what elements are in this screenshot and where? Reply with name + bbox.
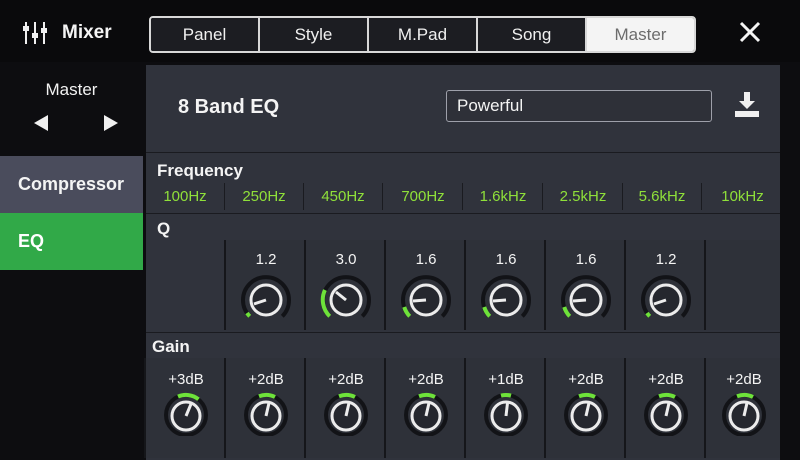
gain-value: +1dB [488, 371, 524, 388]
knob-icon [164, 392, 208, 436]
q-knob-250hz[interactable]: 1.2 [224, 240, 304, 330]
knob-icon [320, 275, 371, 318]
knob-icon [561, 275, 611, 318]
gain-label: Gain [152, 337, 190, 356]
tab-mpad[interactable]: M.Pad [369, 18, 478, 51]
knob-icon [244, 392, 288, 436]
gain-knob-2-5khz[interactable]: +2dB [544, 358, 624, 458]
q-knob-450hz[interactable]: 3.0 [304, 240, 384, 330]
q-value: 1.6 [575, 251, 597, 268]
tab-panel[interactable]: Panel [151, 18, 260, 51]
tab-bar: Panel Style M.Pad Song Master [149, 16, 696, 53]
frequency-2-5khz: 2.5kHz [544, 183, 623, 210]
tab-master[interactable]: Master [587, 18, 694, 51]
gain-value: +2dB [568, 371, 604, 388]
frequency-10khz: 10kHz [721, 188, 764, 205]
q-value: 3.0 [335, 251, 357, 268]
frequency-1-6khz: 1.6kHz [464, 183, 543, 210]
knob-icon [722, 392, 766, 436]
eq-title: 8 Band EQ [178, 96, 280, 118]
tab-style[interactable]: Style [260, 18, 369, 51]
knob-icon [404, 392, 448, 436]
knob-icon [481, 275, 531, 318]
knob-icon [564, 392, 608, 436]
gain-value: +2dB [328, 371, 364, 388]
q-knob-700hz[interactable]: 1.6 [384, 240, 464, 330]
q-value: 1.2 [655, 251, 677, 268]
q-value: 1.6 [495, 251, 517, 268]
q-value: 1.6 [415, 251, 437, 268]
frequency-100hz: 100Hz [146, 183, 225, 210]
knob-icon [644, 392, 688, 436]
gain-value: +2dB [726, 371, 762, 388]
frequency-450hz: 450Hz [304, 183, 383, 210]
tab-song[interactable]: Song [478, 18, 587, 51]
gain-value: +2dB [248, 371, 284, 388]
knob-icon [401, 275, 451, 318]
q-value: 1.2 [255, 251, 277, 268]
q-empty-cell [704, 240, 780, 330]
gain-value: +2dB [408, 371, 444, 388]
close-icon[interactable] [736, 18, 764, 46]
q-knob-5-6khz[interactable]: 1.2 [624, 240, 704, 330]
preset-field[interactable]: Powerful [446, 90, 712, 122]
gain-knob-100hz[interactable]: +3dB [144, 358, 224, 458]
gain-value: +3dB [168, 371, 204, 388]
previous-arrow-icon[interactable] [34, 115, 48, 131]
divider [146, 152, 780, 153]
gain-knob-10khz[interactable]: +2dB [704, 358, 780, 458]
knob-icon [484, 392, 528, 436]
app-title: Mixer [62, 22, 112, 43]
gain-knob-5-6khz[interactable]: +2dB [624, 358, 704, 458]
frequency-5-6khz: 5.6kHz [623, 183, 702, 210]
gain-knob-700hz[interactable]: +2dB [384, 358, 464, 458]
next-arrow-icon[interactable] [104, 115, 118, 131]
gain-knob-450hz[interactable]: +2dB [304, 358, 384, 458]
sidebar-item-eq[interactable]: EQ [0, 213, 143, 270]
part-label: Master [45, 80, 98, 99]
frequency-label: Frequency [157, 161, 243, 180]
sidebar-item-compressor[interactable]: Compressor [0, 156, 143, 213]
q-knob-2-5khz[interactable]: 1.6 [544, 240, 624, 330]
frequency-250hz: 250Hz [225, 183, 304, 210]
knob-icon [641, 275, 691, 318]
gain-value: +2dB [648, 371, 684, 388]
frequency-700hz: 700Hz [384, 183, 463, 210]
q-label: Q [157, 219, 171, 238]
knob-icon [324, 392, 368, 436]
knob-icon [241, 275, 291, 318]
gain-knob-250hz[interactable]: +2dB [224, 358, 304, 458]
divider [146, 213, 780, 214]
save-icon[interactable] [732, 90, 762, 120]
q-knob-1-6khz[interactable]: 1.6 [464, 240, 544, 330]
gain-knob-1-6khz[interactable]: +1dB [464, 358, 544, 458]
mixer-sliders-icon [23, 22, 47, 44]
divider [146, 332, 780, 333]
